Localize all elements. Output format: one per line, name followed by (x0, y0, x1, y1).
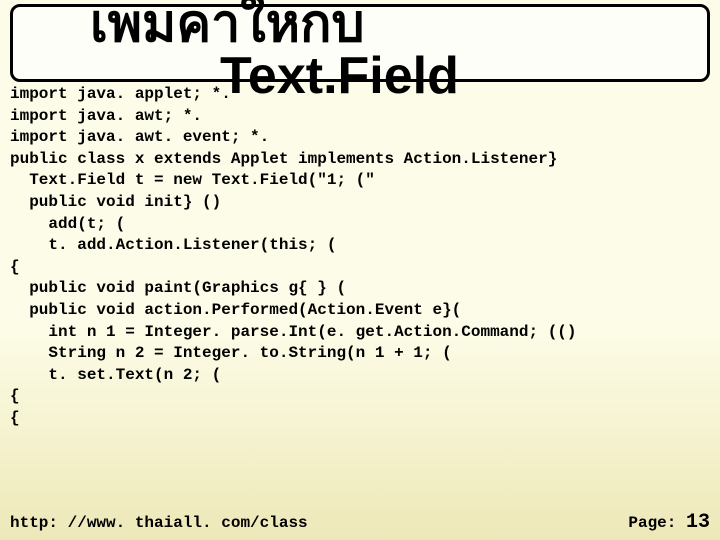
code-line: Text.Field t = new Text.Field("1; (" (10, 170, 710, 192)
footer-url: http: //www. thaiall. com/class (10, 514, 308, 532)
code-line: public class x extends Applet implements… (10, 149, 710, 171)
code-line: public void paint(Graphics g{ } ( (10, 278, 710, 300)
code-line: { (10, 386, 710, 408)
code-line: int n 1 = Integer. parse.Int(e. get.Acti… (10, 322, 710, 344)
page-label: Page: (628, 514, 676, 532)
code-line: import java. awt. event; *. (10, 127, 710, 149)
code-line: public void action.Performed(Action.Even… (10, 300, 710, 322)
footer-page: Page: 13 (628, 511, 710, 534)
code-block: import java. applet; *. import java. awt… (10, 84, 710, 430)
code-line: { (10, 408, 710, 430)
code-line: t. add.Action.Listener(this; ( (10, 235, 710, 257)
code-line: public void init} () (10, 192, 710, 214)
code-line: t. set.Text(n 2; ( (10, 365, 710, 387)
code-line: { (10, 257, 710, 279)
footer: http: //www. thaiall. com/class Page: 13 (10, 511, 710, 534)
page-number: 13 (686, 511, 710, 534)
code-line: String n 2 = Integer. to.String(n 1 + 1;… (10, 343, 710, 365)
slide-title: เพมคาใหกบ Text.Field (90, 0, 459, 102)
code-line: add(t; ( (10, 214, 710, 236)
code-line: import java. awt; *. (10, 106, 710, 128)
